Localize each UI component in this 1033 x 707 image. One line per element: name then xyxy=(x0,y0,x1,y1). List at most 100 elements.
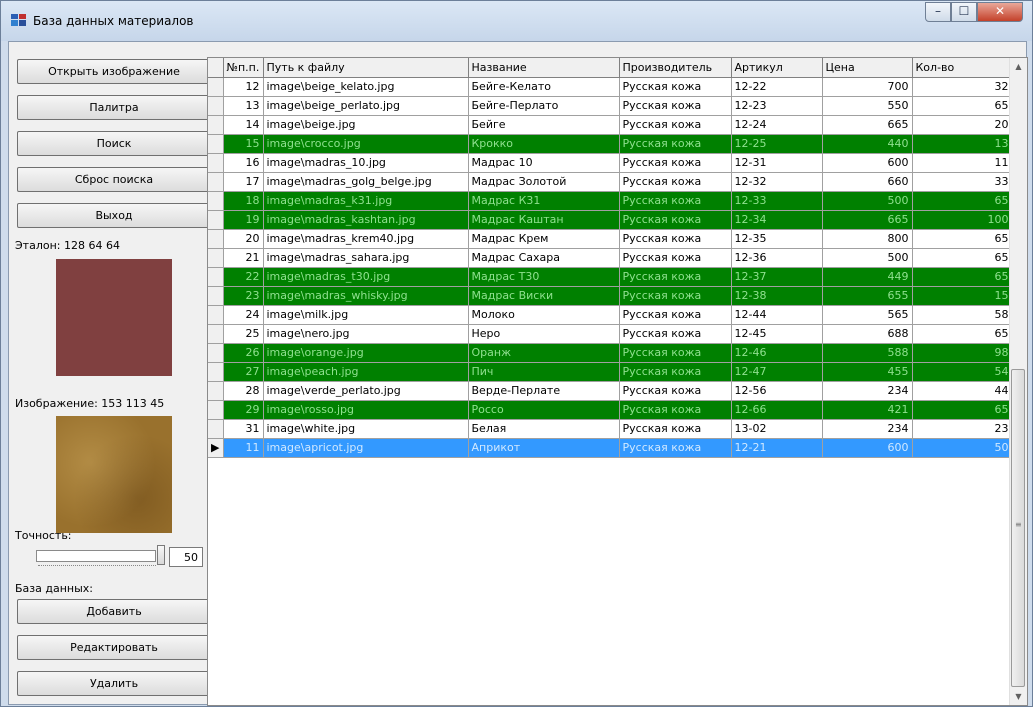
row-indicator[interactable] xyxy=(208,286,224,306)
cell-qty[interactable]: 32 xyxy=(912,77,1013,97)
cell-number[interactable]: 11 xyxy=(223,438,264,458)
cell-number[interactable]: 21 xyxy=(223,248,264,268)
column-header-qty[interactable]: Кол-во xyxy=(912,58,1013,78)
scroll-thumb[interactable]: ≡ xyxy=(1011,369,1025,687)
scroll-up-icon[interactable]: ▲ xyxy=(1010,58,1027,75)
cell-path[interactable]: image\madras_t30.jpg xyxy=(263,267,469,287)
cell-article[interactable]: 13-02 xyxy=(731,419,823,439)
cell-price[interactable]: 700 xyxy=(822,77,913,97)
row-indicator[interactable] xyxy=(208,153,224,173)
table-row[interactable]: 18 image\madras_k31.jpg Мадрас К31 Русская … xyxy=(208,191,1013,211)
cell-name[interactable]: Мадрас Крем xyxy=(468,229,620,249)
row-indicator[interactable] xyxy=(208,77,224,97)
table-row[interactable]: 14 image\beige.jpg Бейге Русская кожа 12-24 6… xyxy=(208,115,1013,135)
cell-path[interactable]: image\madras_10.jpg xyxy=(263,153,469,173)
column-header-path[interactable]: Путь к файлу xyxy=(263,58,469,78)
cell-maker[interactable]: Русская кожа xyxy=(619,286,732,306)
cell-name[interactable]: Неро xyxy=(468,324,620,344)
cell-maker[interactable]: Русская кожа xyxy=(619,419,732,439)
cell-number[interactable]: 23 xyxy=(223,286,264,306)
cell-path[interactable]: image\apricot.jpg xyxy=(263,438,469,458)
cell-price[interactable]: 234 xyxy=(822,419,913,439)
row-indicator[interactable] xyxy=(208,400,224,420)
maximize-button[interactable]: ☐ xyxy=(951,2,977,22)
cell-name[interactable]: Мадрас Каштан xyxy=(468,210,620,230)
cell-name[interactable]: Россо xyxy=(468,400,620,420)
table-row[interactable]: 16 image\madras_10.jpg Мадрас 10 Русская ко… xyxy=(208,153,1013,173)
cell-article[interactable]: 12-66 xyxy=(731,400,823,420)
cell-qty[interactable]: 65 xyxy=(912,248,1013,268)
cell-article[interactable]: 12-44 xyxy=(731,305,823,325)
cell-name[interactable]: Пич xyxy=(468,362,620,382)
cell-path[interactable]: image\verde_perlato.jpg xyxy=(263,381,469,401)
cell-article[interactable]: 12-34 xyxy=(731,210,823,230)
cell-article[interactable]: 12-45 xyxy=(731,324,823,344)
column-header-number[interactable]: №п.п. xyxy=(223,58,264,78)
cell-maker[interactable]: Русская кожа xyxy=(619,438,732,458)
cell-name[interactable]: Мадрас 10 xyxy=(468,153,620,173)
cell-name[interactable]: Бейге-Перлато xyxy=(468,96,620,116)
cell-number[interactable]: 20 xyxy=(223,229,264,249)
cell-path[interactable]: image\beige.jpg xyxy=(263,115,469,135)
cell-article[interactable]: 12-25 xyxy=(731,134,823,154)
cell-path[interactable]: image\madras_kashtan.jpg xyxy=(263,210,469,230)
accuracy-slider-thumb[interactable] xyxy=(157,545,165,565)
row-indicator[interactable] xyxy=(208,115,224,135)
row-indicator[interactable] xyxy=(208,343,224,363)
table-row[interactable]: 13 image\beige_perlato.jpg Бейге-Перлато Ру… xyxy=(208,96,1013,116)
palette-button[interactable]: Палитра xyxy=(17,95,211,120)
table-row[interactable]: 19 image\madras_kashtan.jpg Мадрас Каштан Р… xyxy=(208,210,1013,230)
cell-article[interactable]: 12-22 xyxy=(731,77,823,97)
cell-maker[interactable]: Русская кожа xyxy=(619,362,732,382)
table-row[interactable]: 25 image\nero.jpg Неро Русская кожа 12-45 688… xyxy=(208,324,1013,344)
cell-article[interactable]: 12-56 xyxy=(731,381,823,401)
table-row[interactable]: 28 image\verde_perlato.jpg Верде-Перлате Ру… xyxy=(208,381,1013,401)
row-indicator[interactable] xyxy=(208,210,224,230)
cell-qty[interactable]: 65 xyxy=(912,400,1013,420)
table-row[interactable]: 21 image\madras_sahara.jpg Мадрас Сахара Ру… xyxy=(208,248,1013,268)
cell-qty[interactable]: 65 xyxy=(912,191,1013,211)
cell-article[interactable]: 12-36 xyxy=(731,248,823,268)
cell-name[interactable]: Априкот xyxy=(468,438,620,458)
cell-maker[interactable]: Русская кожа xyxy=(619,305,732,325)
cell-qty[interactable]: 100 xyxy=(912,210,1013,230)
cell-article[interactable]: 12-33 xyxy=(731,191,823,211)
cell-name[interactable]: Бейге-Келато xyxy=(468,77,620,97)
accuracy-slider[interactable] xyxy=(36,550,156,562)
cell-number[interactable]: 19 xyxy=(223,210,264,230)
row-indicator[interactable] xyxy=(208,267,224,287)
cell-maker[interactable]: Русская кожа xyxy=(619,324,732,344)
cell-qty[interactable]: 54 xyxy=(912,362,1013,382)
cell-name[interactable]: Мадрас Виски xyxy=(468,286,620,306)
cell-number[interactable]: 22 xyxy=(223,267,264,287)
cell-path[interactable]: image\madras_sahara.jpg xyxy=(263,248,469,268)
cell-price[interactable]: 600 xyxy=(822,438,913,458)
cell-qty[interactable]: 65 xyxy=(912,267,1013,287)
cell-path[interactable]: image\milk.jpg xyxy=(263,305,469,325)
table-row[interactable]: 23 image\madras_whisky.jpg Мадрас Виски Рус… xyxy=(208,286,1013,306)
row-indicator[interactable] xyxy=(208,248,224,268)
cell-price[interactable]: 800 xyxy=(822,229,913,249)
row-indicator[interactable] xyxy=(208,324,224,344)
cell-maker[interactable]: Русская кожа xyxy=(619,381,732,401)
cell-qty[interactable]: 23 xyxy=(912,419,1013,439)
title-bar[interactable]: База данных материалов – ☐ ✕ xyxy=(1,1,1032,41)
search-button[interactable]: Поиск xyxy=(17,131,211,156)
cell-price[interactable]: 655 xyxy=(822,286,913,306)
reset-search-button[interactable]: Сброс поиска xyxy=(17,167,211,192)
cell-article[interactable]: 12-35 xyxy=(731,229,823,249)
cell-name[interactable]: Бейге xyxy=(468,115,620,135)
cell-path[interactable]: image\madras_golg_belge.jpg xyxy=(263,172,469,192)
cell-name[interactable]: Мадрас Сахара xyxy=(468,248,620,268)
current-row-indicator-icon[interactable]: ▶ xyxy=(208,438,224,458)
table-row[interactable]: ▶ 11 image\apricot.jpg Априкот Русская кожа 1… xyxy=(208,438,1013,458)
table-row[interactable]: 31 image\white.jpg Белая Русская кожа 13-02 2… xyxy=(208,419,1013,439)
row-indicator[interactable] xyxy=(208,419,224,439)
cell-qty[interactable]: 13 xyxy=(912,134,1013,154)
row-indicator[interactable] xyxy=(208,172,224,192)
cell-path[interactable]: image\madras_k31.jpg xyxy=(263,191,469,211)
cell-maker[interactable]: Русская кожа xyxy=(619,248,732,268)
cell-maker[interactable]: Русская кожа xyxy=(619,191,732,211)
table-row[interactable]: 26 image\orange.jpg Оранж Русская кожа 12-46… xyxy=(208,343,1013,363)
cell-path[interactable]: image\orange.jpg xyxy=(263,343,469,363)
